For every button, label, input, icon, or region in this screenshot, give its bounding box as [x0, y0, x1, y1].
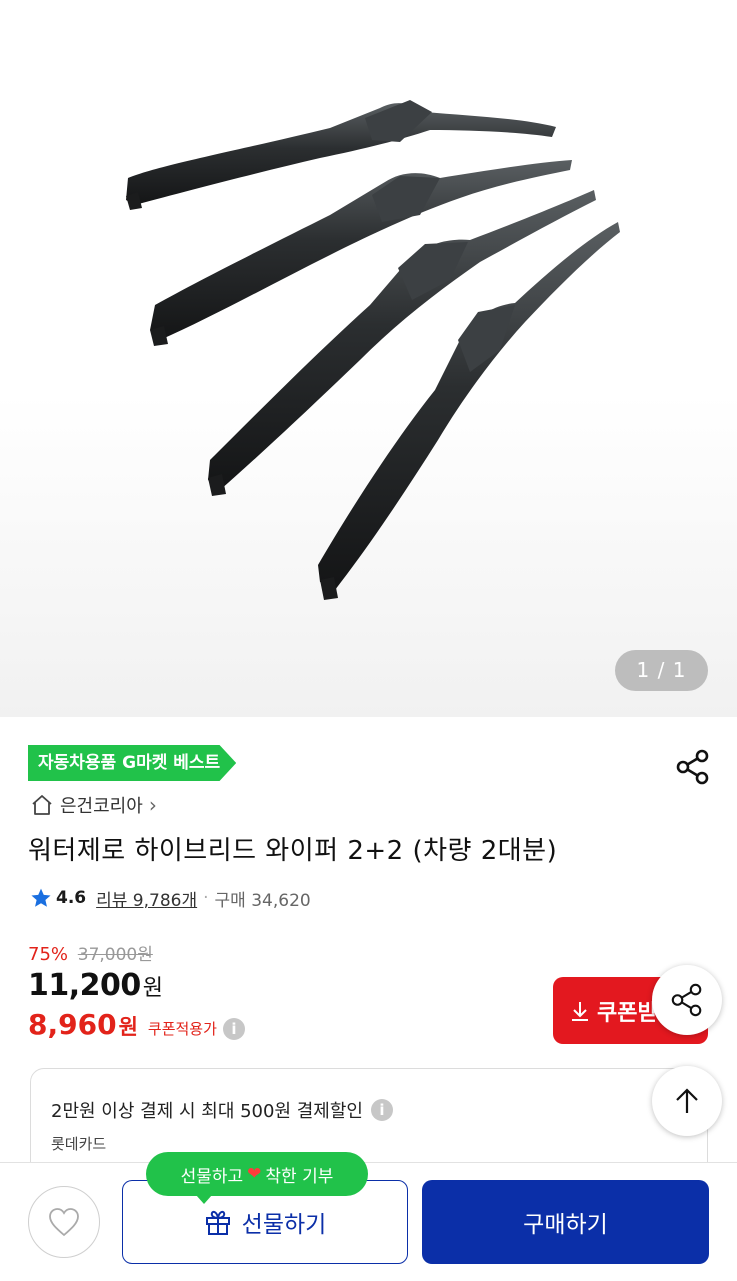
buy-button[interactable]: 구매하기	[422, 1180, 709, 1264]
card-name: 롯데카드	[51, 1135, 107, 1153]
rating-score: 4.6	[56, 888, 87, 908]
coupon-price-unit: 원	[118, 1015, 138, 1039]
star-icon	[31, 888, 51, 907]
review-link[interactable]: 리뷰 9,786개	[96, 886, 197, 911]
discount-row: 75% 37,000원	[28, 940, 153, 965]
sale-price-unit: 원	[142, 976, 163, 1001]
product-title: 워터제로 하이브리드 와이퍼 2+2 (차량 2대분)	[28, 836, 558, 866]
gift-button-label: 선물하기	[241, 1212, 327, 1238]
sale-price-value: 11,200	[28, 968, 141, 1003]
wiper-blade-4	[318, 222, 620, 600]
store-name: 은건코리아	[60, 796, 143, 817]
sale-price: 11,200원	[28, 968, 163, 1003]
share-icon	[671, 983, 702, 1017]
heart-icon	[49, 1208, 79, 1237]
product-image[interactable]: 1 / 1	[0, 0, 737, 717]
heart-emoji-icon: ❤	[247, 1164, 262, 1184]
original-price: 37,000원	[77, 945, 153, 965]
scroll-top-button[interactable]	[652, 1066, 722, 1136]
home-icon	[32, 795, 52, 815]
share-icon[interactable]	[674, 748, 712, 786]
up-arrow-icon	[676, 1088, 698, 1113]
coupon-price-label: 쿠폰적용가	[147, 1020, 217, 1038]
discount-percent: 75%	[28, 944, 69, 965]
floating-share-button[interactable]	[652, 965, 722, 1035]
wiper-blades-image	[126, 100, 620, 600]
best-seller-badge: 자동차용품 G마켓 베스트	[28, 745, 237, 781]
separator-dot: ·	[203, 888, 209, 908]
wishlist-button[interactable]	[28, 1186, 100, 1258]
download-icon	[572, 1001, 588, 1021]
card-discount-text-row: 2만원 이상 결제 시 최대 500원 결제할인 i	[51, 1097, 393, 1123]
purchase-count: 구매 34,620	[214, 890, 311, 911]
coupon-price-value: 8,960	[28, 1008, 117, 1041]
gift-tooltip-right: 착한 기부	[265, 1166, 334, 1187]
gift-tooltip-left: 선물하고	[180, 1166, 244, 1187]
card-discount-text: 2만원 이상 결제 시 최대 500원 결제할인	[51, 1101, 363, 1122]
store-link[interactable]: 은건코리아 ›	[30, 791, 157, 819]
chevron-right-icon: ›	[148, 793, 157, 817]
image-counter: 1 / 1	[615, 650, 708, 691]
wiper-blade-1	[126, 100, 556, 210]
coupon-price: 8,960 원 쿠폰적용가 i	[28, 1008, 245, 1041]
rating-row: 4.6 리뷰 9,786개 · 구매 34,620	[30, 884, 311, 912]
gift-tooltip: 선물하고 ❤ 착한 기부	[146, 1152, 368, 1204]
info-icon[interactable]: i	[370, 1099, 393, 1121]
gift-icon	[205, 1210, 230, 1235]
info-icon[interactable]: i	[222, 1018, 245, 1040]
